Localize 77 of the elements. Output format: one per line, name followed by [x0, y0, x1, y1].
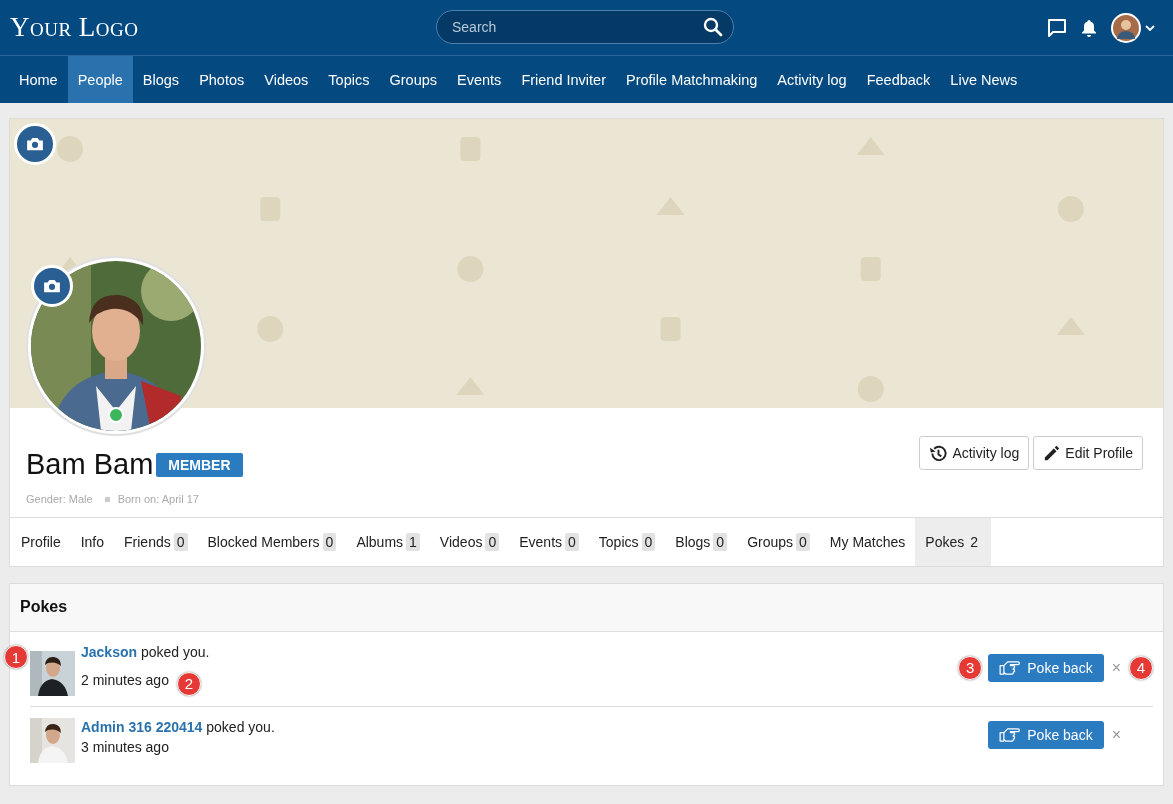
profile-name: Bam Bam [26, 448, 154, 481]
tab-label: Profile [21, 534, 61, 550]
activity-log-button[interactable]: Activity log [919, 436, 1030, 470]
nav-link[interactable]: Live News [940, 56, 1028, 103]
nav-link[interactable]: Feedback [856, 56, 941, 103]
profile-tab[interactable]: Topics 0 [588, 518, 666, 566]
profile-tab[interactable]: Profile [11, 518, 71, 566]
logo[interactable]: Your Logo [10, 12, 139, 43]
bell-icon[interactable] [1081, 18, 1097, 37]
callout-marker: 1 [4, 645, 28, 669]
profile-detail: Born on: April 17 [117, 493, 199, 505]
nav-link[interactable]: People [67, 56, 133, 103]
tab-count: 0 [713, 533, 728, 551]
tab-count: 2 [969, 533, 980, 551]
profile-tab[interactable]: Groups 0 [737, 518, 820, 566]
tab-count: 0 [796, 533, 810, 551]
timestamp: 2 minutes ago [81, 671, 169, 688]
chat-icon[interactable] [1047, 17, 1067, 38]
pencil-icon [1043, 444, 1062, 462]
tab-count: 0 [565, 533, 579, 551]
tab-label: Groups [747, 534, 794, 550]
user-link[interactable]: Admin 316 220414 [81, 718, 203, 735]
callout-marker: 3 [958, 655, 983, 680]
timestamp: 3 minutes ago [81, 738, 169, 755]
nav-link[interactable]: Home [9, 56, 68, 103]
panel-title: Pokes [10, 584, 1163, 632]
callout-marker: 4 [1129, 655, 1153, 680]
nav-link[interactable]: Profile Matchmaking [616, 56, 768, 103]
tab-label: Albums [356, 534, 404, 550]
profile-tab[interactable]: My Matches [819, 518, 916, 566]
nav-link[interactable]: Photos [189, 56, 255, 103]
search-icon[interactable] [703, 17, 723, 37]
nav-link[interactable]: Blogs [132, 56, 190, 103]
history-icon [929, 443, 949, 463]
poke-back-button[interactable]: Poke back [988, 720, 1104, 749]
caret-icon[interactable] [1145, 24, 1155, 31]
tab-label: Videos [439, 534, 483, 550]
profile-tab[interactable]: Friends 0 [114, 518, 198, 566]
user-link[interactable]: Jackson [81, 643, 138, 660]
poke-back-button[interactable]: Poke back [988, 653, 1104, 682]
nav-link[interactable]: Friend Inviter [511, 56, 616, 103]
tab-label: Blogs [675, 534, 711, 550]
tab-count: 0 [322, 533, 337, 551]
profile-tab[interactable]: Info [70, 518, 115, 566]
poke-message: Jackson poked you. [81, 643, 210, 660]
nav-link[interactable]: Groups [379, 56, 448, 103]
tab-count: 0 [173, 533, 188, 551]
separator-icon [104, 496, 110, 502]
tab-label: My Matches [829, 534, 906, 550]
tab-label: Pokes [925, 534, 965, 550]
nav-link[interactable]: Topics [318, 56, 380, 103]
profile-tab[interactable]: Blogs 0 [665, 518, 738, 566]
poke-message: Admin 316 220414 poked you. [81, 718, 275, 735]
nav-link[interactable]: Events [447, 56, 512, 103]
nav-link[interactable]: Activity log [767, 56, 857, 103]
edit-profile-button[interactable]: Edit Profile [1033, 436, 1143, 470]
search-field[interactable]: Search [436, 10, 734, 44]
callout-marker: 2 [176, 671, 201, 696]
profile-tab[interactable]: Pokes 2 [915, 518, 992, 566]
profile-tab[interactable]: Blocked Members 0 [197, 518, 347, 566]
tab-count: 0 [485, 533, 500, 551]
profile-detail: Gender: Male [26, 493, 93, 505]
nav-link[interactable]: Videos [254, 56, 319, 103]
tab-count: 0 [641, 533, 656, 551]
profile-tab[interactable]: Videos 0 [429, 518, 510, 566]
tab-label: Blocked Members [207, 534, 320, 550]
tab-label: Friends [124, 534, 171, 550]
profile-tab[interactable]: Events 0 [509, 518, 589, 566]
tab-count: 1 [406, 533, 420, 551]
user-avatar-icon[interactable] [1111, 12, 1141, 43]
tab-label: Topics [598, 534, 639, 550]
tab-label: Info [80, 534, 105, 550]
pointing-hand-icon [999, 727, 1021, 742]
tab-label: Events [519, 534, 563, 550]
profile-tab[interactable]: Albums 1 [346, 518, 430, 566]
pointing-hand-icon [999, 660, 1021, 675]
member-badge: MEMBER [156, 452, 243, 477]
